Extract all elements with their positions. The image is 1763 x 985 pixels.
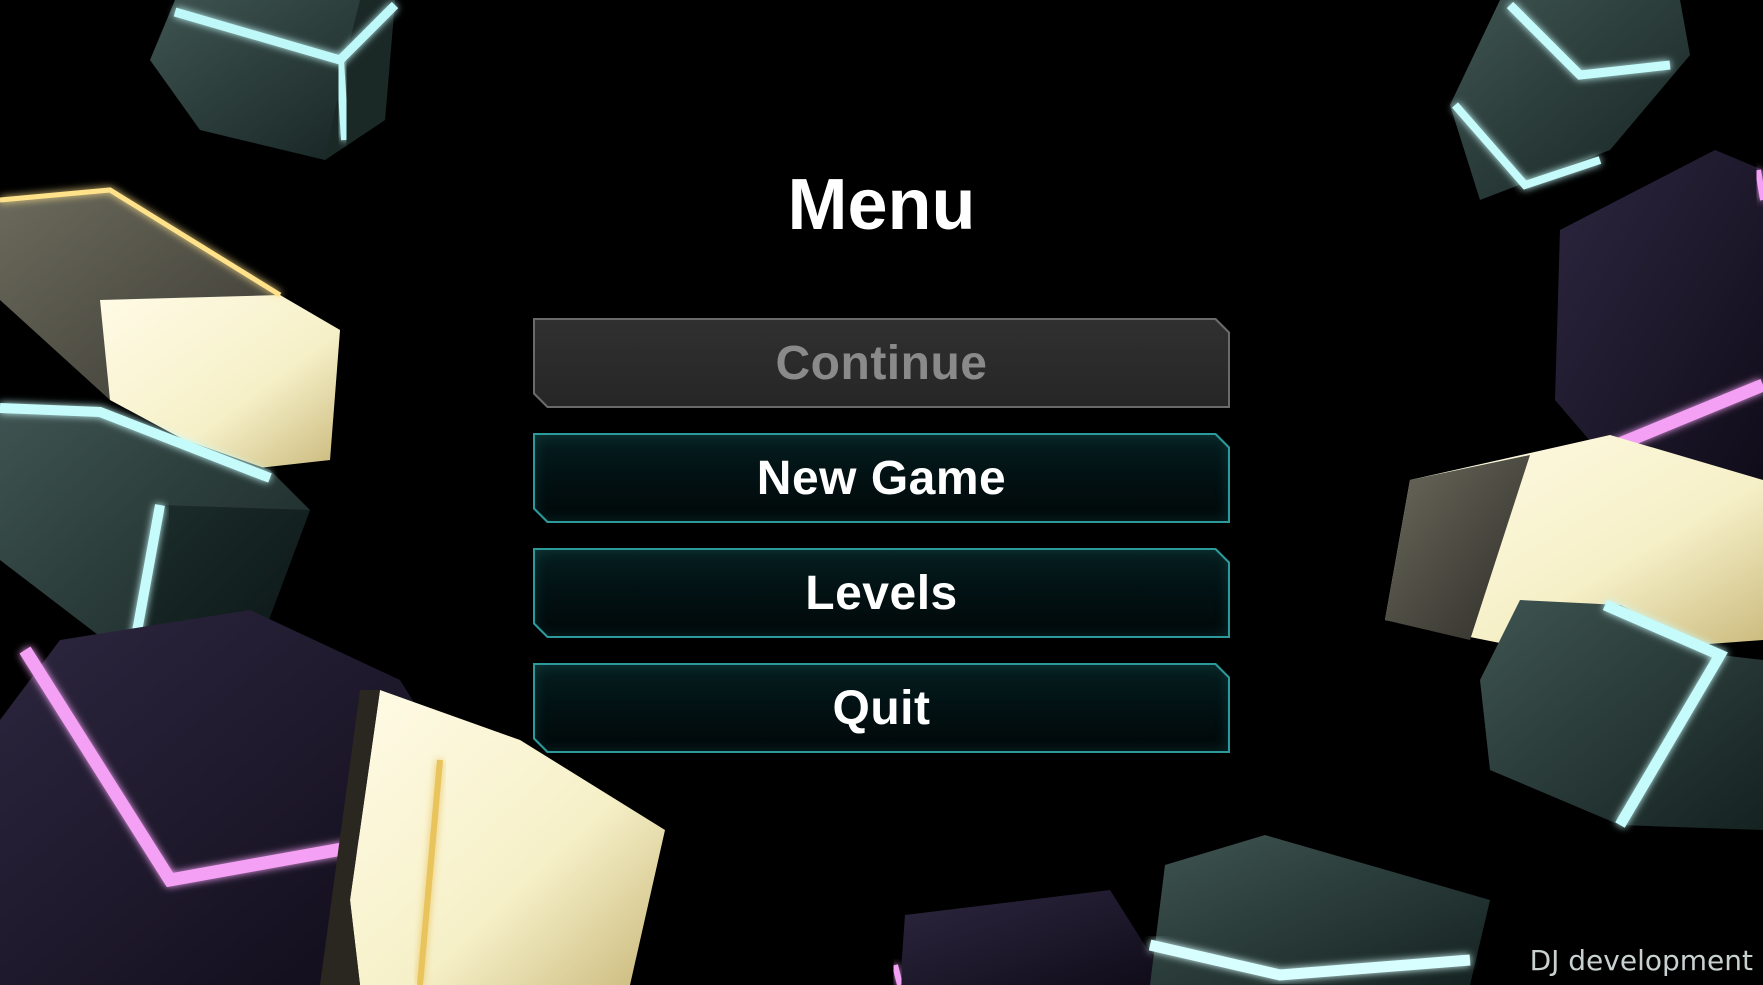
block-bottom-center (892, 890, 1170, 985)
main-menu-screen: Menu Continue New Game Levels Quit DJ de… (0, 0, 1763, 985)
block-top-left (150, 0, 399, 160)
menu-button-list: Continue New Game Levels Quit (533, 318, 1230, 778)
new-game-button-label: New Game (756, 451, 1007, 505)
continue-button[interactable]: Continue (533, 318, 1230, 408)
levels-button[interactable]: Levels (533, 548, 1230, 638)
quit-button[interactable]: Quit (533, 663, 1230, 753)
developer-credit: DJ development (1529, 944, 1753, 977)
new-game-button[interactable]: New Game (533, 433, 1230, 523)
continue-button-label: Continue (775, 336, 988, 390)
block-bottom-right-teal (1148, 835, 1490, 985)
menu-title: Menu (787, 165, 976, 245)
quit-button-label: Quit (832, 681, 931, 735)
levels-button-label: Levels (805, 566, 958, 620)
